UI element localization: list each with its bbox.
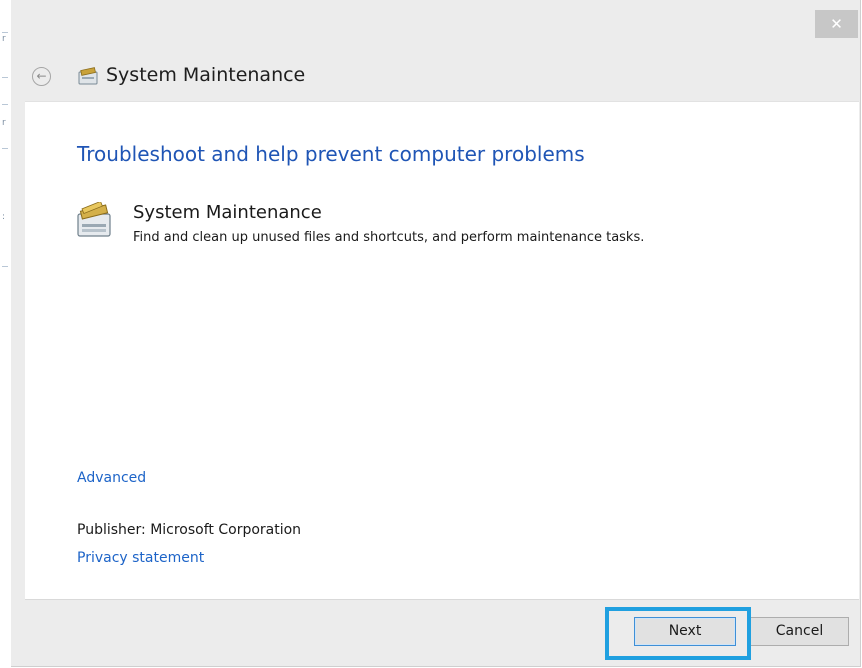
- title-bar: ← System Maintenance: [11, 52, 860, 102]
- content-panel: Troubleshoot and help prevent computer p…: [25, 101, 859, 600]
- background-divider: [2, 32, 8, 33]
- close-button[interactable]: ✕: [815, 10, 858, 38]
- publisher-text: Publisher: Microsoft Corporation: [77, 522, 302, 538]
- privacy-statement-link[interactable]: Privacy statement: [77, 550, 204, 566]
- screen: r r : ✕ ← System Maintenance Troubleshoo…: [0, 0, 862, 668]
- background-divider: [2, 148, 8, 149]
- footer-bar: Next Cancel: [11, 600, 860, 667]
- background-glyph: :: [2, 212, 6, 222]
- close-icon: ✕: [830, 15, 843, 33]
- page-heading: Troubleshoot and help prevent computer p…: [77, 142, 585, 166]
- background-glyph: r: [2, 118, 6, 128]
- next-button[interactable]: Next: [634, 617, 736, 646]
- system-maintenance-icon: [77, 202, 111, 237]
- window-title: System Maintenance: [106, 64, 306, 86]
- background-window-edge: r r :: [0, 0, 11, 668]
- background-divider: [2, 266, 8, 267]
- advanced-link[interactable]: Advanced: [77, 470, 146, 486]
- troubleshooter-window: ✕ ← System Maintenance Troubleshoot and …: [11, 0, 861, 667]
- background-divider: [2, 104, 8, 105]
- background-divider: [2, 77, 8, 78]
- back-button[interactable]: ←: [32, 67, 51, 86]
- back-arrow-icon: ←: [36, 69, 47, 83]
- background-glyph: r: [2, 34, 6, 44]
- task-title[interactable]: System Maintenance: [133, 202, 322, 223]
- cancel-button[interactable]: Cancel: [750, 617, 849, 646]
- system-maintenance-icon: [78, 67, 98, 85]
- task-description: Find and clean up unused files and short…: [133, 230, 645, 245]
